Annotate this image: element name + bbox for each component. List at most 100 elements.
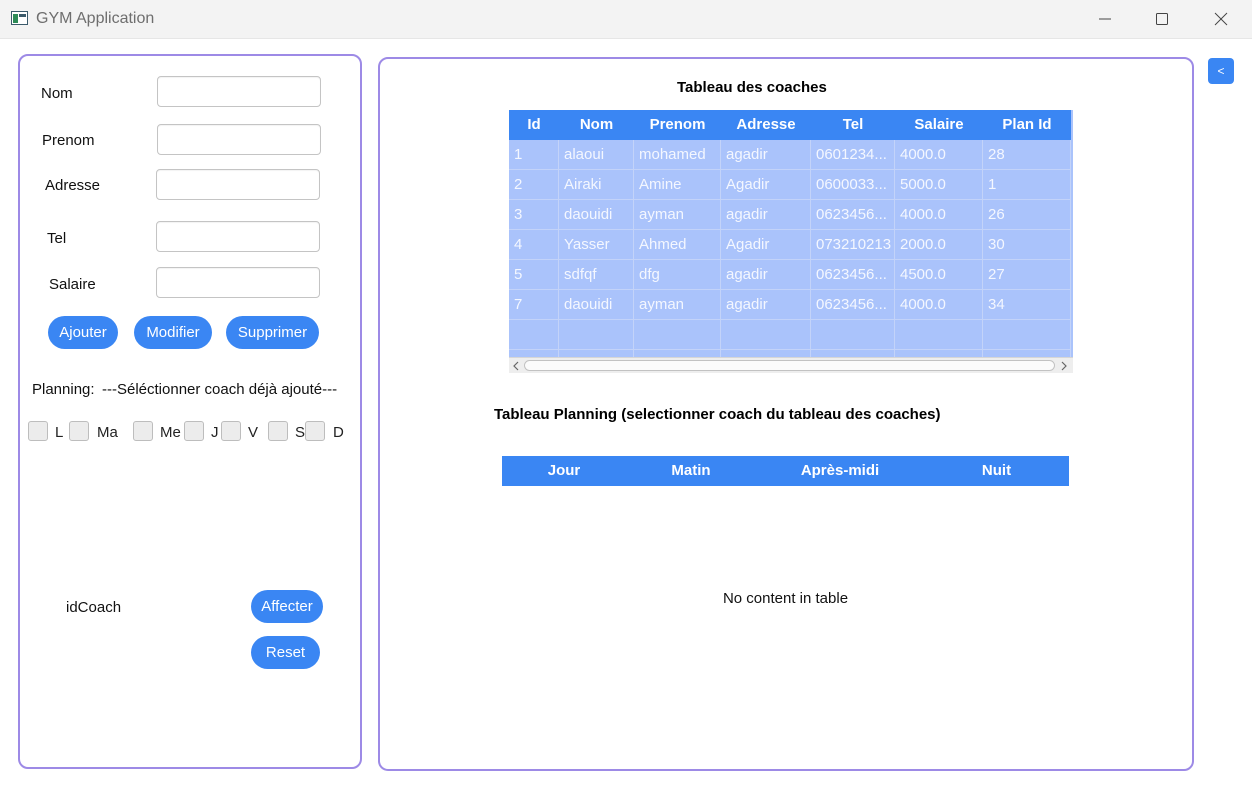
cell-prenom: ayman xyxy=(634,200,721,230)
cell-plan-id: 28 xyxy=(983,140,1071,170)
column-header-matin[interactable]: Matin xyxy=(626,456,756,486)
day-checkbox-me[interactable] xyxy=(133,421,153,441)
cell-adresse: agadir xyxy=(721,260,811,290)
cell-salaire: 4000.0 xyxy=(895,200,983,230)
horizontal-scrollbar[interactable] xyxy=(509,357,1073,373)
column-header-apres-midi[interactable]: Après-midi xyxy=(756,456,924,486)
table-row[interactable]: 2 Airaki Amine Agadir 0600033... 5000.0 1 xyxy=(509,170,1071,200)
cell-id: 2 xyxy=(509,170,559,200)
empty-table-row[interactable] xyxy=(509,320,1071,350)
day-checkbox-d[interactable] xyxy=(305,421,325,441)
day-checkbox-l[interactable] xyxy=(28,421,48,441)
nom-label: Nom xyxy=(41,85,73,102)
column-header-salaire[interactable]: Salaire xyxy=(895,110,983,140)
cell-nom xyxy=(559,320,634,350)
column-header-nuit[interactable]: Nuit xyxy=(924,456,1069,486)
empty-table-message: No content in table xyxy=(722,590,849,607)
day-label-d: D xyxy=(333,424,344,441)
day-label-v: V xyxy=(248,424,259,441)
salaire-label: Salaire xyxy=(49,276,96,293)
cell-prenom: ayman xyxy=(634,290,721,320)
column-header-nom[interactable]: Nom xyxy=(559,110,634,140)
cell-id: 7 xyxy=(509,290,559,320)
cell-id: 5 xyxy=(509,260,559,290)
planning-table[interactable]: Jour Matin Après-midi Nuit No content in… xyxy=(502,456,1069,751)
table-row[interactable]: 5 sdfqf dfg agadir 0623456... 4500.0 27 xyxy=(509,260,1071,290)
salaire-input[interactable] xyxy=(156,267,320,298)
cell-plan-id xyxy=(983,320,1071,350)
scrollbar-thumb[interactable] xyxy=(524,360,1055,371)
close-icon[interactable] xyxy=(1209,8,1233,30)
coach-form-panel: Nom Prenom Adresse Tel Salaire Ajouter M… xyxy=(18,54,362,769)
cell-adresse: Agadir xyxy=(721,170,811,200)
cell-plan-id: 1 xyxy=(983,170,1071,200)
table-row[interactable]: 3 daouidi ayman agadir 0623456... 4000.0 26 xyxy=(509,200,1071,230)
column-header-tel[interactable]: Tel xyxy=(811,110,895,140)
day-checkbox-s[interactable] xyxy=(268,421,288,441)
column-header-id[interactable]: Id xyxy=(509,110,559,140)
column-header-prenom[interactable]: Prenom xyxy=(634,110,721,140)
cell-salaire: 4000.0 xyxy=(895,140,983,170)
cell-prenom: Amine xyxy=(634,170,721,200)
cell-tel: 0623456... xyxy=(811,290,895,320)
day-checkbox-ma[interactable] xyxy=(69,421,89,441)
cell-nom: Yasser xyxy=(559,230,634,260)
tel-input[interactable] xyxy=(156,221,320,252)
cell-adresse: agadir xyxy=(721,200,811,230)
cell-tel: 073210213 xyxy=(811,230,895,260)
day-label-l: L xyxy=(55,424,64,441)
cell-salaire: 4500.0 xyxy=(895,260,983,290)
cell-plan-id: 27 xyxy=(983,260,1071,290)
prenom-label: Prenom xyxy=(42,132,95,149)
supprimer-button[interactable]: Supprimer xyxy=(226,316,319,349)
scroll-left-icon[interactable] xyxy=(511,361,521,371)
nom-input[interactable] xyxy=(157,76,321,107)
day-checkbox-v[interactable] xyxy=(221,421,241,441)
column-header-plan-id[interactable]: Plan Id xyxy=(983,110,1071,140)
cell-tel: 0600033... xyxy=(811,170,895,200)
tel-label: Tel xyxy=(47,230,67,247)
table-row[interactable]: 1 alaoui mohamed agadir 0601234... 4000.0 28 xyxy=(509,140,1071,170)
tables-panel: Tableau des coaches Id Nom Prenom Adress… xyxy=(378,57,1194,771)
planning-hint: ---Séléctionner coach déjà ajouté--- xyxy=(102,381,338,398)
minimize-icon[interactable] xyxy=(1093,8,1117,30)
prenom-input[interactable] xyxy=(157,124,321,155)
app-window-icon xyxy=(11,11,28,25)
scroll-right-icon[interactable] xyxy=(1059,361,1069,371)
cell-prenom xyxy=(634,320,721,350)
cell-adresse: agadir xyxy=(721,140,811,170)
table-row[interactable]: 4 Yasser Ahmed Agadir 073210213 2000.0 30 xyxy=(509,230,1071,260)
cell-nom: sdfqf xyxy=(559,260,634,290)
cell-adresse: agadir xyxy=(721,290,811,320)
day-label-ma: Ma xyxy=(97,424,118,441)
cell-nom: daouidi xyxy=(559,200,634,230)
cell-nom: alaoui xyxy=(559,140,634,170)
column-header-jour[interactable]: Jour xyxy=(502,456,626,486)
window-title: GYM Application xyxy=(36,10,155,27)
window-content: Nom Prenom Adresse Tel Salaire Ajouter M… xyxy=(0,39,1252,788)
cell-salaire: 2000.0 xyxy=(895,230,983,260)
cell-adresse xyxy=(721,320,811,350)
coaches-table[interactable]: Id Nom Prenom Adresse Tel Salaire Plan I… xyxy=(509,110,1073,373)
modifier-button[interactable]: Modifier xyxy=(134,316,212,349)
affecter-button[interactable]: Affecter xyxy=(251,590,323,623)
cell-salaire xyxy=(895,320,983,350)
reset-button[interactable]: Reset xyxy=(251,636,320,669)
cell-prenom: Ahmed xyxy=(634,230,721,260)
day-label-j: J xyxy=(211,424,219,441)
table-row[interactable]: 7 daouidi ayman agadir 0623456... 4000.0 34 xyxy=(509,290,1071,320)
cell-prenom: dfg xyxy=(634,260,721,290)
day-checkbox-j[interactable] xyxy=(184,421,204,441)
cell-tel: 0623456... xyxy=(811,260,895,290)
cell-nom: daouidi xyxy=(559,290,634,320)
collapse-button[interactable]: < xyxy=(1208,58,1234,84)
adresse-label: Adresse xyxy=(45,177,101,194)
cell-nom: Airaki xyxy=(559,170,634,200)
cell-plan-id: 30 xyxy=(983,230,1071,260)
cell-plan-id: 34 xyxy=(983,290,1071,320)
column-header-adresse[interactable]: Adresse xyxy=(721,110,811,140)
maximize-icon[interactable] xyxy=(1150,8,1174,30)
day-label-me: Me xyxy=(160,424,181,441)
adresse-input[interactable] xyxy=(156,169,320,200)
ajouter-button[interactable]: Ajouter xyxy=(48,316,118,349)
